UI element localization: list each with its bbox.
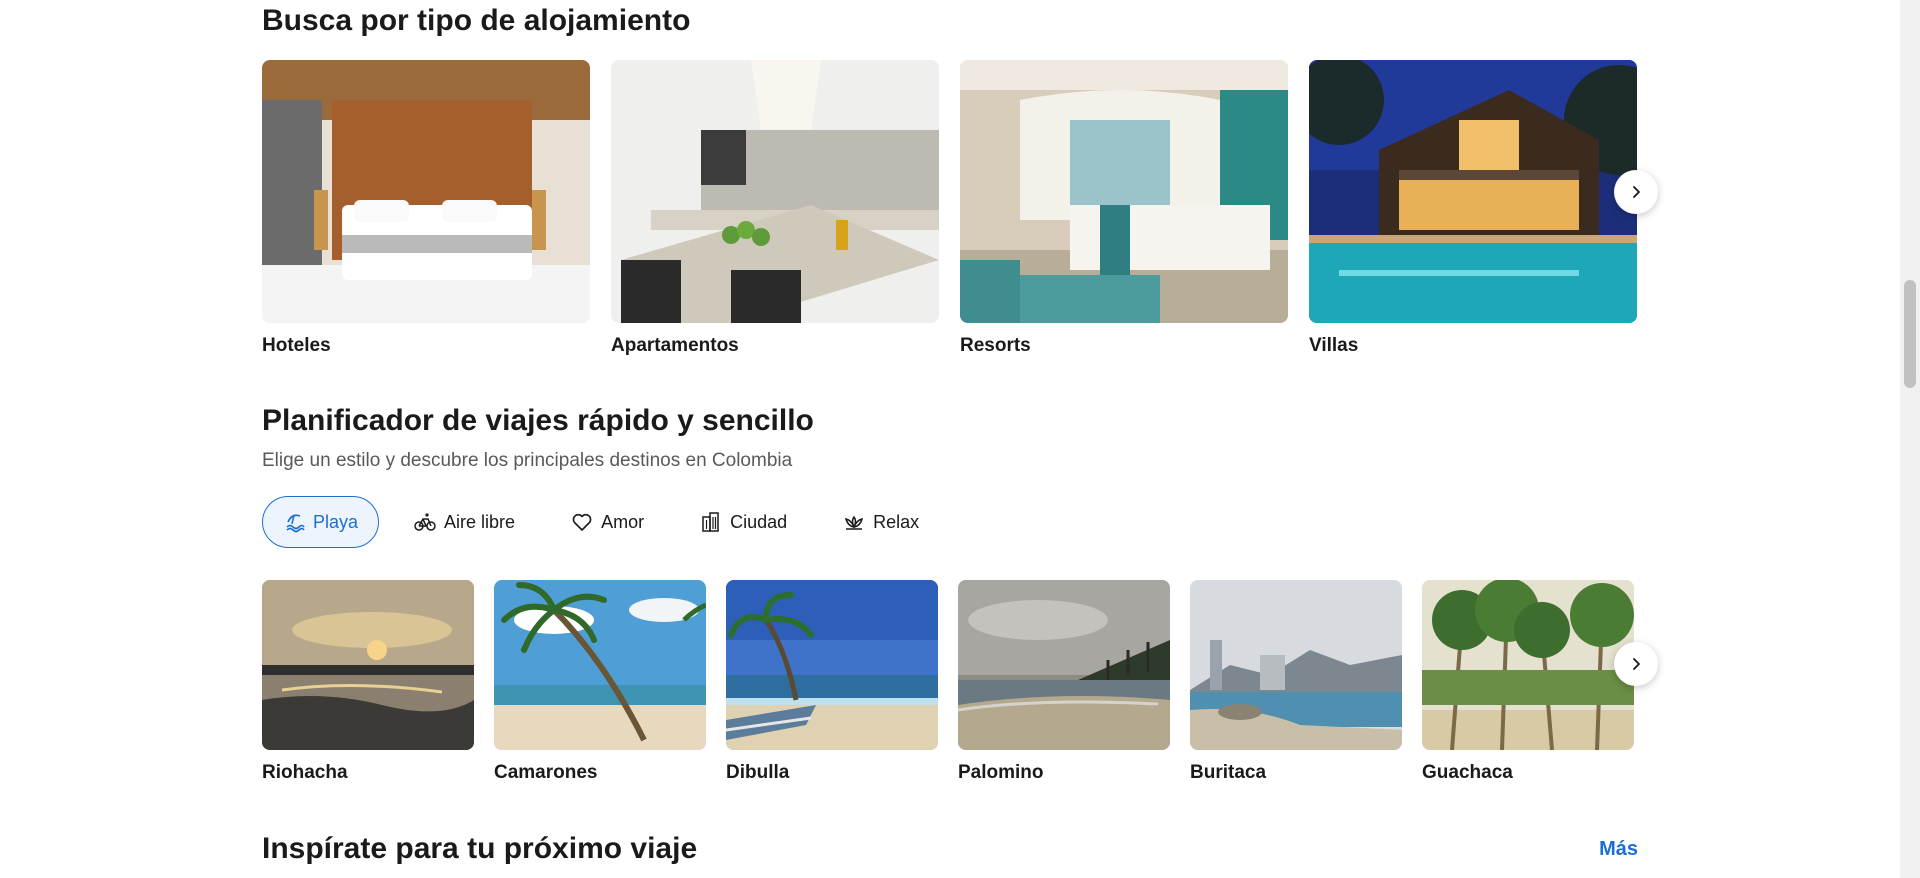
bicycle-icon	[414, 513, 436, 531]
chip-label: Relax	[873, 511, 920, 532]
buritaca-image	[1190, 580, 1402, 750]
card-label: Hoteles	[262, 335, 331, 356]
heart-icon	[572, 513, 592, 531]
card-label: Camarones	[494, 762, 598, 783]
travel-style-chips: Playa Aire libre Amor Ciudad Relax	[262, 496, 940, 548]
scrollbar-thumb[interactable]	[1904, 280, 1916, 388]
chip-playa[interactable]: Playa	[262, 496, 380, 548]
card-label: Palomino	[958, 762, 1044, 783]
card-label: Dibulla	[726, 762, 790, 783]
chevron-right-icon	[1633, 658, 1640, 670]
card-villas[interactable]: Villas	[1309, 60, 1637, 357]
chip-label: Playa	[313, 511, 359, 532]
accommodation-types-carousel: Hoteles Apartamentos Resorts Villas	[262, 60, 1658, 360]
apartment-kitchen-image	[611, 60, 939, 323]
destination-card-buritaca[interactable]: Buritaca	[1190, 580, 1402, 784]
carousel-next-button[interactable]	[1614, 170, 1658, 214]
chip-label: Aire libre	[444, 511, 516, 532]
palomino-image	[958, 580, 1170, 750]
carousel-next-button[interactable]	[1614, 642, 1658, 686]
riohacha-image	[262, 580, 474, 750]
page-scrollbar[interactable]	[1900, 0, 1920, 878]
destination-card-palomino[interactable]: Palomino	[958, 580, 1170, 784]
more-link[interactable]: Más	[1599, 838, 1638, 861]
destinations-carousel: Riohacha Camarones Dibulla Palomino Buri…	[262, 580, 1658, 790]
card-label: Villas	[1309, 335, 1359, 356]
destination-card-guachaca[interactable]: Guachaca	[1422, 580, 1634, 784]
lotus-icon	[845, 515, 864, 530]
card-label: Guachaca	[1422, 762, 1513, 783]
buildings-icon	[702, 512, 719, 532]
card-label: Apartamentos	[611, 335, 739, 356]
card-hoteles[interactable]: Hoteles	[262, 60, 590, 357]
destination-card-camarones[interactable]: Camarones	[494, 580, 706, 784]
hotel-room-image	[262, 60, 590, 323]
card-label: Buritaca	[1190, 762, 1267, 783]
chip-amor[interactable]: Amor	[550, 496, 665, 548]
guachaca-image	[1422, 580, 1634, 750]
destination-card-riohacha[interactable]: Riohacha	[262, 580, 474, 784]
card-label: Resorts	[960, 335, 1031, 356]
chevron-right-icon	[1633, 186, 1640, 198]
destination-card-dibulla[interactable]: Dibulla	[726, 580, 938, 784]
villa-pool-image	[1309, 60, 1637, 323]
chip-ciudad[interactable]: Ciudad	[679, 496, 808, 548]
card-label: Riohacha	[262, 762, 348, 783]
section-title-trip-planner: Planificador de viajes rápido y sencillo	[262, 404, 814, 437]
chip-label: Amor	[601, 511, 645, 532]
section-title-inspiration: Inspírate para tu próximo viaje	[262, 832, 698, 865]
resort-room-image	[960, 60, 1288, 323]
section-title-accommodation-types: Busca por tipo de alojamiento	[262, 4, 691, 37]
chip-label: Ciudad	[730, 511, 788, 532]
dibulla-image	[726, 580, 938, 750]
camarones-image	[494, 580, 706, 750]
chip-relax[interactable]: Relax	[822, 496, 940, 548]
chip-aire-libre[interactable]: Aire libre	[393, 496, 536, 548]
card-resorts[interactable]: Resorts	[960, 60, 1288, 357]
beach-icon	[286, 514, 305, 533]
card-apartamentos[interactable]: Apartamentos	[611, 60, 939, 357]
section-subtitle: Elige un estilo y descubre los principal…	[262, 450, 793, 471]
